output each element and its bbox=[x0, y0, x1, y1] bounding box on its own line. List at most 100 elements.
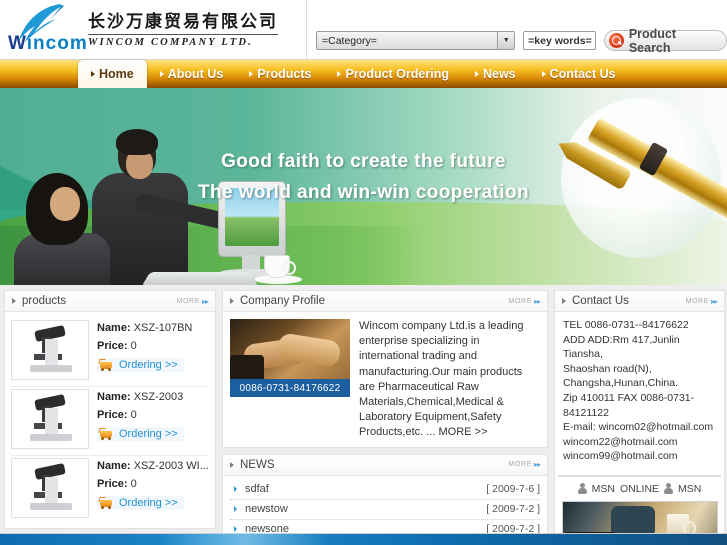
arrow-right-icon bbox=[91, 71, 95, 77]
product-name-field: Name: XSZ-107BN bbox=[97, 322, 209, 334]
company-profile-body: 0086-0731-84176622 Wincom company Ltd.is… bbox=[223, 312, 547, 447]
footer-strip bbox=[0, 533, 727, 545]
header-divider bbox=[306, 0, 307, 60]
nav-item-about-us-label: About Us bbox=[167, 67, 224, 81]
microscope-base bbox=[30, 503, 72, 510]
product-thumbnail[interactable] bbox=[11, 320, 89, 380]
product-info: Name: XSZ-2003 Price: 0 Ordering >> bbox=[97, 389, 209, 449]
product-search-button[interactable]: Product Search bbox=[603, 27, 727, 55]
nav-item-product-ordering-label: Product Ordering bbox=[345, 67, 449, 81]
product-price-value: 0 bbox=[130, 409, 137, 421]
nav-item-contact-us[interactable]: Contact Us bbox=[529, 60, 629, 88]
msn-left-label[interactable]: MSN bbox=[592, 483, 615, 495]
banner-slogan-line2: The world and win-win cooperation bbox=[198, 182, 529, 203]
nav-item-news[interactable]: News bbox=[462, 60, 529, 88]
chevron-down-icon[interactable]: ▼ bbox=[497, 32, 515, 49]
product-info: Name: XSZ-107BN Price: 0 Ordering >> bbox=[97, 320, 209, 380]
arrow-right-icon bbox=[159, 71, 164, 77]
company-profile-more-label: MORE bbox=[508, 297, 532, 305]
office-chair bbox=[610, 505, 655, 534]
arrow-right-icon bbox=[12, 298, 16, 304]
products-more-link[interactable]: MORE ▸▸ bbox=[176, 297, 209, 306]
msn-person-icon[interactable] bbox=[664, 482, 674, 495]
magnifier-icon bbox=[608, 33, 624, 48]
contact-line-zip-fax: Zip 410011 FAX 0086-0731- bbox=[563, 391, 695, 404]
site-logo[interactable]: Wincom 长沙万康贸易有限公司 WINCOM COMPANY LTD. bbox=[6, 2, 302, 58]
products-column: products MORE ▸▸ Name: XSZ-107BN Price: … bbox=[4, 290, 216, 537]
logo-wordmark: Wincom bbox=[8, 33, 88, 55]
product-thumbnail[interactable] bbox=[11, 458, 89, 518]
product-price-field: Price: 0 bbox=[97, 478, 209, 490]
company-profile-more-link[interactable]: MORE ▸▸ bbox=[508, 296, 541, 306]
news-item-title: sdfaf bbox=[245, 483, 269, 496]
keyboard-icon bbox=[141, 272, 259, 285]
product-price-label: Price: bbox=[97, 409, 128, 421]
microscope-base bbox=[30, 434, 72, 441]
news-more-link[interactable]: MORE ▸▸ bbox=[508, 460, 541, 469]
microscope-base bbox=[30, 365, 72, 372]
product-item[interactable]: Name: XSZ-107BN Price: 0 Ordering >> bbox=[11, 318, 209, 387]
nav-item-home[interactable]: Home bbox=[78, 60, 147, 88]
category-select-value: =Category= bbox=[322, 34, 377, 47]
product-search-label: Product Search bbox=[628, 26, 677, 55]
contact-line-address-1: ADD ADD:Rm 417,Junlin Tiansha, bbox=[563, 333, 680, 361]
news-panel: NEWS MORE ▸▸ sdfaf [ 2009-7-6 ] newstow bbox=[222, 453, 548, 545]
category-select[interactable]: =Category= ▼ bbox=[316, 31, 516, 50]
contact-line-address-2: Shaoshan road(N), bbox=[563, 362, 652, 375]
arrow-right-icon bbox=[234, 506, 237, 513]
cart-wheel-left bbox=[101, 437, 104, 440]
msn-person-icon[interactable] bbox=[577, 482, 587, 495]
search-input[interactable]: =key words= bbox=[523, 31, 596, 50]
logo-word-w: W bbox=[8, 33, 27, 54]
product-name-label: Name: bbox=[97, 460, 131, 472]
news-item[interactable]: newstow [ 2009-7-2 ] bbox=[230, 500, 540, 520]
nav-item-products[interactable]: Products bbox=[236, 60, 324, 88]
arrow-right-icon bbox=[474, 71, 479, 77]
product-price-field: Price: 0 bbox=[97, 409, 209, 421]
product-price-value: 0 bbox=[130, 478, 137, 490]
nav-item-contact-us-label: Contact Us bbox=[549, 67, 616, 81]
handshake-image: 0086-0731-84176622 bbox=[230, 319, 350, 397]
news-item[interactable]: sdfaf [ 2009-7-6 ] bbox=[230, 480, 540, 500]
search-input-value: =key words= bbox=[528, 34, 592, 47]
company-profile-title: Company Profile bbox=[240, 295, 326, 307]
cart-wheel-left bbox=[101, 368, 104, 371]
ordering-label: Ordering >> bbox=[119, 428, 178, 440]
product-name-field: Name: XSZ-2003 bbox=[97, 391, 209, 403]
news-more-label: MORE bbox=[508, 461, 532, 469]
company-profile-panel: Company Profile MORE ▸▸ 0086-0731-841766… bbox=[222, 290, 548, 448]
product-item[interactable]: Name: XSZ-2003 WI... Price: 0 Ordering >… bbox=[11, 456, 209, 524]
contact-more-link[interactable]: MORE ▸▸ bbox=[686, 296, 718, 306]
search-area: =Category= ▼ =key words= Product Search bbox=[316, 27, 727, 55]
nav-item-product-ordering[interactable]: Product Ordering bbox=[324, 60, 461, 88]
product-price-label: Price: bbox=[97, 478, 128, 490]
msn-online-label: ONLINE bbox=[619, 482, 660, 495]
contact-line-email-1: E-mail: wincom02@hotmail.com bbox=[563, 421, 714, 434]
company-phone-banner: 0086-0731-84176622 bbox=[230, 379, 350, 397]
ordering-button[interactable]: Ordering >> bbox=[97, 358, 184, 372]
double-arrow-icon: ▸▸ bbox=[710, 296, 718, 306]
logo-mark: Wincom bbox=[6, 3, 87, 57]
shopping-cart-icon bbox=[98, 428, 114, 440]
middle-column: Company Profile MORE ▸▸ 0086-0731-841766… bbox=[222, 290, 548, 545]
product-thumbnail[interactable] bbox=[11, 389, 89, 449]
arrow-right-icon bbox=[562, 298, 566, 304]
nav-item-about-us[interactable]: About Us bbox=[147, 60, 237, 88]
product-price-label: Price: bbox=[97, 340, 128, 352]
site-header: Wincom 长沙万康贸易有限公司 WINCOM COMPANY LTD. =C… bbox=[0, 0, 727, 60]
ordering-button[interactable]: Ordering >> bbox=[97, 496, 184, 510]
msn-right-label[interactable]: MSN bbox=[678, 483, 701, 495]
cart-wheel-left bbox=[101, 506, 104, 509]
product-name-value: XSZ-107BN bbox=[133, 322, 193, 334]
company-profile-text: Wincom company Ltd.is a leading enterpri… bbox=[359, 320, 524, 439]
product-item[interactable]: Name: XSZ-2003 Price: 0 Ordering >> bbox=[11, 387, 209, 456]
news-item-date: [ 2009-7-6 ] bbox=[486, 483, 540, 496]
contact-line-tel: TEL 0086-0731--84176622 bbox=[563, 319, 689, 331]
nav-item-products-label: Products bbox=[257, 67, 312, 81]
product-price-value: 0 bbox=[130, 340, 137, 352]
main-navigation: Home About Us Products Product Ordering … bbox=[0, 60, 727, 88]
double-arrow-icon: ▸▸ bbox=[533, 296, 541, 306]
ordering-button[interactable]: Ordering >> bbox=[97, 427, 184, 441]
products-more-label: MORE bbox=[176, 297, 200, 305]
contact-panel-header: Contact Us MORE ▸▸ bbox=[555, 291, 724, 312]
